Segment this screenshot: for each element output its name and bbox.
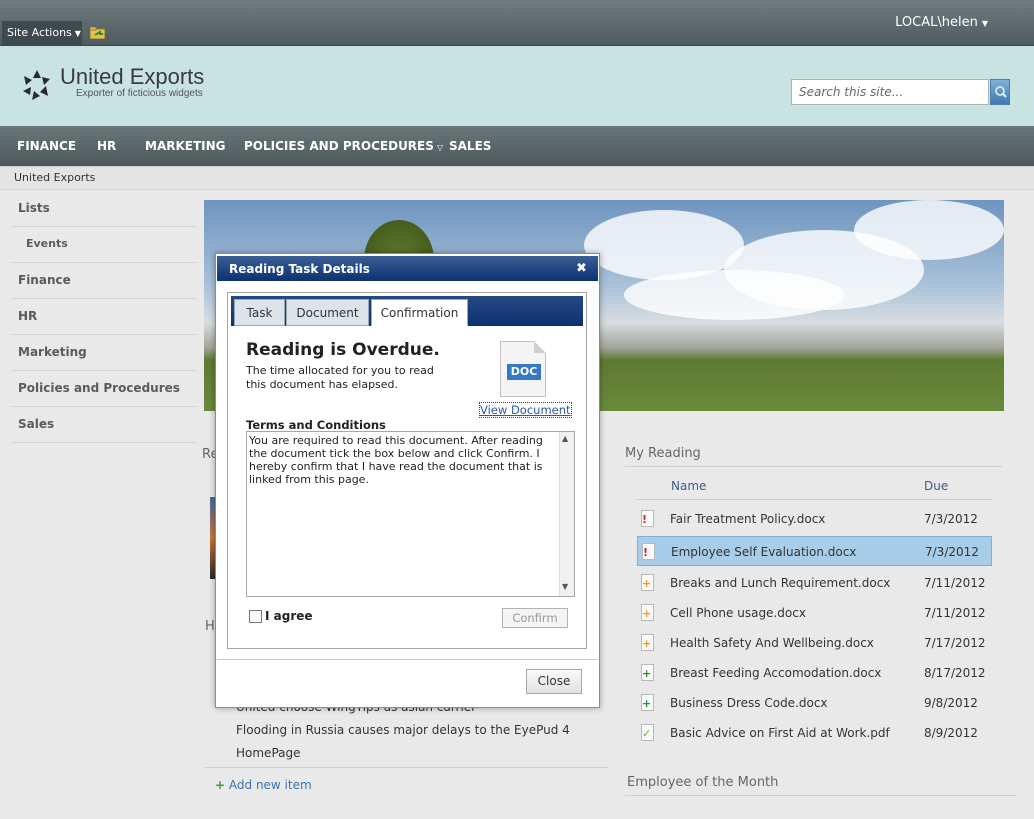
chevron-down-icon: ▼: [74, 29, 81, 38]
divider: [625, 466, 1002, 467]
reading-row[interactable]: + Business Dress Code.docx 9/8/2012: [637, 688, 992, 718]
reading-row-due: 8/9/2012: [924, 726, 978, 740]
terms-scrollbar[interactable]: [559, 432, 574, 596]
navigate-up-folder-icon[interactable]: [90, 27, 105, 39]
divider: [637, 499, 992, 500]
reading-row-due: 7/17/2012: [924, 636, 986, 650]
search-input[interactable]: Search this site...: [791, 79, 989, 105]
checkmark-icon: ✓: [642, 727, 652, 740]
employee-of-month-title: Employee of the Month: [627, 775, 779, 790]
close-button[interactable]: Close: [526, 669, 582, 694]
nav-policies-label: POLICIES AND PROCEDURES: [244, 139, 434, 153]
reading-row-name[interactable]: Employee Self Evaluation.docx: [671, 545, 856, 559]
ribbon-bar: [0, 0, 1034, 46]
quicklaunch-finance[interactable]: Finance: [11, 263, 197, 299]
reading-row[interactable]: + Breast Feeding Accomodation.docx 8/17/…: [637, 658, 992, 688]
reading-row[interactable]: + Cell Phone usage.docx 7/11/2012: [637, 598, 992, 628]
nav-sales[interactable]: SALES: [449, 139, 491, 153]
new-task-icon: +: [642, 697, 652, 710]
reading-row-name[interactable]: Health Safety And Wellbeing.docx: [670, 636, 874, 650]
reading-row-name[interactable]: Breast Feeding Accomodation.docx: [670, 666, 881, 680]
nav-marketing[interactable]: MARKETING: [145, 139, 226, 153]
due-soon-icon: +: [642, 607, 652, 620]
site-actions-menu[interactable]: Site Actions ▼: [2, 21, 82, 45]
cloud-shape: [624, 270, 844, 320]
tab-confirmation[interactable]: Confirmation: [371, 299, 468, 326]
webpart-title-fragment-2: H: [205, 619, 215, 634]
tab-document[interactable]: Document: [286, 299, 369, 326]
user-menu[interactable]: LOCAL\helen ▼: [895, 15, 988, 30]
site-subtitle: Exporter of ficticious widgets: [76, 88, 203, 99]
reading-row-due: 9/8/2012: [924, 696, 978, 710]
news-item[interactable]: Flooding in Russia causes major delays t…: [236, 723, 570, 737]
quicklaunch-events[interactable]: Events: [11, 227, 197, 263]
user-name: LOCAL\helen: [895, 15, 978, 30]
doc-file-icon[interactable]: DOC: [500, 341, 546, 397]
reading-row-name[interactable]: Business Dress Code.docx: [670, 696, 828, 710]
quicklaunch-sales[interactable]: Sales: [11, 407, 197, 443]
overdue-message: The time allocated for you to read this …: [246, 364, 434, 391]
breadcrumb-bar: [0, 166, 1034, 190]
quicklaunch-policies[interactable]: Policies and Procedures: [11, 371, 197, 407]
due-soon-icon: +: [642, 637, 652, 650]
reading-row[interactable]: ! Fair Treatment Policy.docx 7/3/2012: [637, 504, 992, 534]
terms-heading: Terms and Conditions: [246, 418, 386, 432]
add-new-item-label: Add new item: [228, 778, 312, 792]
column-header-name[interactable]: Name: [671, 479, 706, 493]
reading-row-name[interactable]: Breaks and Lunch Requirement.docx: [670, 576, 890, 590]
quicklaunch-hr[interactable]: HR: [11, 299, 197, 335]
confirm-button[interactable]: Confirm: [502, 608, 568, 628]
scroll-up-icon[interactable]: ▲: [562, 434, 568, 443]
agree-checkbox[interactable]: [249, 610, 262, 623]
agree-label[interactable]: I agree: [265, 609, 313, 623]
view-document-link[interactable]: View Document: [479, 402, 572, 418]
reading-row-due: 7/3/2012: [924, 512, 978, 526]
doc-badge: DOC: [507, 364, 541, 380]
search-button[interactable]: [990, 79, 1010, 105]
site-title[interactable]: United Exports: [60, 64, 204, 90]
reading-row[interactable]: + Health Safety And Wellbeing.docx 7/17/…: [637, 628, 992, 658]
reading-row[interactable]: + Breaks and Lunch Requirement.docx 7/11…: [637, 568, 992, 598]
search-icon: [995, 86, 1007, 98]
plus-icon: +: [215, 778, 226, 792]
reading-row-name[interactable]: Cell Phone usage.docx: [670, 606, 806, 620]
nav-policies[interactable]: POLICIES AND PROCEDURES ▽: [244, 139, 443, 153]
reading-row[interactable]: ✓ Basic Advice on First Aid at Work.pdf …: [637, 718, 992, 748]
nav-finance[interactable]: FINANCE: [17, 139, 76, 153]
new-task-icon: +: [642, 667, 652, 680]
quicklaunch-lists[interactable]: Lists: [11, 191, 197, 227]
divider: [205, 767, 608, 768]
close-icon[interactable]: ✖: [576, 261, 587, 276]
overdue-icon: !: [642, 513, 648, 526]
due-soon-icon: +: [642, 577, 652, 590]
divider: [625, 795, 1016, 796]
my-reading-title: My Reading: [625, 446, 701, 461]
reading-row-due: 7/3/2012: [925, 545, 979, 559]
terms-text: You are required to read this document. …: [249, 434, 543, 486]
cloud-shape: [854, 200, 1004, 260]
reading-row-due: 7/11/2012: [924, 606, 986, 620]
scroll-down-icon[interactable]: ▼: [562, 582, 568, 591]
column-header-due[interactable]: Due: [924, 479, 948, 493]
page-fold: [534, 341, 546, 353]
tab-task[interactable]: Task: [234, 299, 285, 326]
breadcrumb[interactable]: United Exports: [14, 171, 95, 184]
site-actions-label: Site Actions: [7, 26, 72, 39]
nav-hr[interactable]: HR: [97, 139, 116, 153]
chevron-down-icon: ▼: [981, 19, 988, 28]
chevron-down-icon: ▽: [436, 143, 444, 152]
dialog-title: Reading Task Details: [229, 262, 370, 276]
site-logo-icon[interactable]: [20, 68, 54, 102]
quicklaunch-marketing[interactable]: Marketing: [11, 335, 197, 371]
reading-row-name[interactable]: Fair Treatment Policy.docx: [670, 512, 825, 526]
reading-row-name[interactable]: Basic Advice on First Aid at Work.pdf: [670, 726, 890, 740]
reading-row-due: 8/17/2012: [924, 666, 986, 680]
reading-row-selected[interactable]: ! Employee Self Evaluation.docx 7/3/2012: [637, 536, 992, 566]
news-item[interactable]: HomePage: [236, 746, 301, 760]
reading-row-due: 7/11/2012: [924, 576, 986, 590]
overdue-heading: Reading is Overdue.: [246, 340, 440, 360]
overdue-icon: !: [643, 546, 649, 559]
dialog-divider: [217, 659, 598, 660]
add-new-item-link[interactable]: + Add new item: [215, 778, 312, 792]
